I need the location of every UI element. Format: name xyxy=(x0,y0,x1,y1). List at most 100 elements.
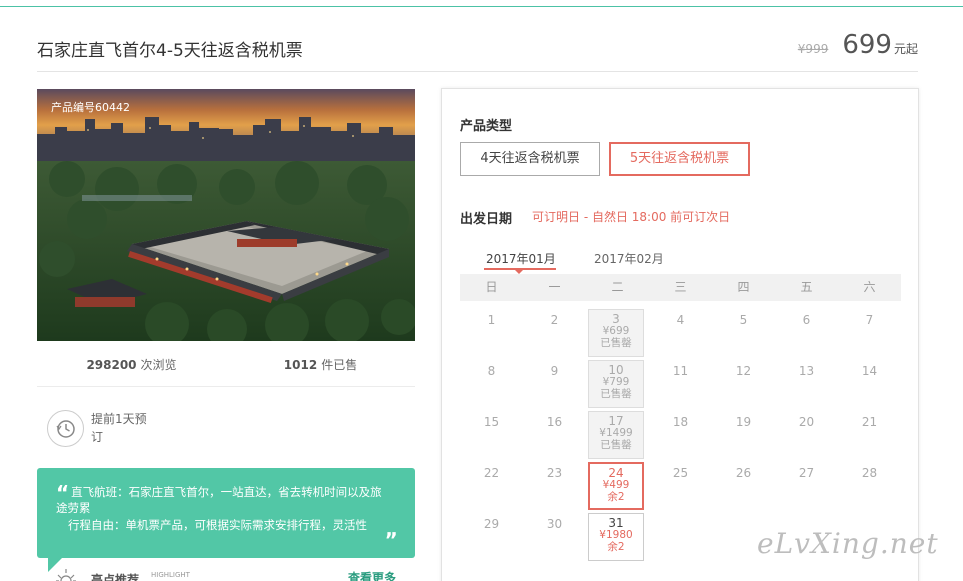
day-number: 28 xyxy=(861,466,878,480)
view-more-link[interactable]: 查看更多 xyxy=(348,569,396,581)
calendar-day: 1 xyxy=(460,307,523,358)
calendar-grid: 1 2 3 ¥699 已售罄 4 5 6 7 8 9 10 ¥799 已售罄 11 12 13 14 15 16 17 ¥… xyxy=(460,307,901,562)
calendar-day-priced: 3 ¥699 已售罄 xyxy=(586,307,649,358)
day-availability: 余2 xyxy=(607,490,625,503)
calendar-day-priced[interactable]: 24 ¥499 余2 xyxy=(586,460,649,511)
product-photo: 产品编号60442 xyxy=(37,89,415,341)
calendar-week-row: 22 23 24 ¥499 余2 25 26 27 28 xyxy=(460,460,901,511)
calendar-day-priced: 17 ¥1499 已售罄 xyxy=(586,409,649,460)
day-number: 13 xyxy=(798,364,815,378)
weekday-label: 三 xyxy=(674,280,687,294)
advance-booking-text: 提前1天预订 xyxy=(91,412,147,444)
calendar-day: 23 xyxy=(523,460,586,511)
calendar-day: 30 xyxy=(523,511,586,562)
day-number: 21 xyxy=(861,415,878,429)
day-number: 22 xyxy=(483,466,500,480)
stats-divider xyxy=(37,386,415,387)
original-price: ¥999 xyxy=(797,42,829,56)
sold-count: 1012 xyxy=(283,358,318,372)
day-availability: 已售罄 xyxy=(600,438,632,451)
day-number: 27 xyxy=(798,466,815,480)
day-availability: 余2 xyxy=(607,540,625,553)
calendar-day: 29 xyxy=(460,511,523,562)
current-price: 699 xyxy=(842,30,892,60)
weekday-label: 六 xyxy=(863,280,876,294)
day-price-box: 10 ¥799 已售罄 xyxy=(588,360,644,408)
day-number: 30 xyxy=(546,517,563,531)
calendar-day: 7 xyxy=(838,307,901,358)
top-strip xyxy=(0,0,963,7)
weekday-label: 二 xyxy=(611,280,624,294)
day-price-box[interactable]: 31 ¥1980 余2 xyxy=(588,513,644,561)
calendar-day: 26 xyxy=(712,460,775,511)
product-id-label: 产品编号60442 xyxy=(51,101,130,114)
price-suffix: 元起 xyxy=(893,42,918,56)
weekday-label: 四 xyxy=(737,280,750,294)
tab-month-feb[interactable]: 2017年02月 xyxy=(594,250,664,267)
weekday-label: 一 xyxy=(548,280,561,294)
calendar-week-row: 8 9 10 ¥799 已售罄 11 12 13 14 xyxy=(460,358,901,409)
weekday-label: 五 xyxy=(800,280,813,294)
day-number: 26 xyxy=(735,466,752,480)
highlight-title: 亮点推荐 xyxy=(91,573,140,581)
type-option-4-day[interactable]: 4天往返含税机票 xyxy=(460,142,600,176)
day-number: 9 xyxy=(550,364,559,378)
calendar-day: 5 xyxy=(712,307,775,358)
calendar-day: 4 xyxy=(649,307,712,358)
palace-city-image xyxy=(37,89,415,341)
current-price-group: 699 元起 xyxy=(842,30,918,60)
highlight-line-1-text: 直飞航班：石家庄直飞首尔，一站直达，省去转机时间以及旅途劳累 xyxy=(56,485,382,515)
calendar-day-priced[interactable]: 31 ¥1980 余2 xyxy=(586,511,649,562)
highlight-line-1: “直飞航班：石家庄直飞首尔，一站直达，省去转机时间以及旅途劳累 xyxy=(56,483,386,516)
day-number: 20 xyxy=(798,415,815,429)
day-availability: 已售罄 xyxy=(600,336,632,349)
day-number: 1 xyxy=(487,313,496,327)
departure-date-label: 出发日期 xyxy=(460,212,513,227)
calendar-day: 14 xyxy=(838,358,901,409)
day-number: 23 xyxy=(546,466,563,480)
day-price: ¥799 xyxy=(602,376,630,388)
calendar-week-row: 1 2 3 ¥699 已售罄 4 5 6 7 xyxy=(460,307,901,358)
page-title: 石家庄直飞首尔4-5天往返含税机票 xyxy=(37,41,303,61)
watermark: eLvXing.net xyxy=(757,527,939,560)
calendar-day: 13 xyxy=(775,358,838,409)
views-label: 次浏览 xyxy=(140,358,177,372)
calendar-day: 15 xyxy=(460,409,523,460)
weekday-label: 日 xyxy=(485,280,498,294)
calendar-day: 21 xyxy=(838,409,901,460)
type-option-5-day[interactable]: 5天往返含税机票 xyxy=(609,142,750,176)
calendar-day: 2 xyxy=(523,307,586,358)
tab-month-jan[interactable]: 2017年01月 xyxy=(486,250,556,267)
product-stats: 298200 次浏览 1012 件已售 xyxy=(37,356,415,373)
calendar-week-row: 15 16 17 ¥1499 已售罄 18 19 20 21 xyxy=(460,409,901,460)
day-number: 6 xyxy=(802,313,811,327)
day-number: 2 xyxy=(550,313,559,327)
weekday-header: 日一二三四五六 xyxy=(460,274,901,301)
day-price-box[interactable]: 24 ¥499 余2 xyxy=(588,462,644,510)
title-divider xyxy=(37,71,918,72)
day-number: 12 xyxy=(735,364,752,378)
sold-label: 件已售 xyxy=(321,358,358,372)
highlight-line-2: 行程自由：单机票产品，可根据实际需求安排行程，灵活性 xyxy=(68,518,367,532)
calendar-day: 28 xyxy=(838,460,901,511)
sold-stat: 1012 件已售 xyxy=(226,356,415,373)
day-number: 11 xyxy=(672,364,689,378)
day-number: 25 xyxy=(672,466,689,480)
highlights-banner: “直飞航班：石家庄直飞首尔，一站直达，省去转机时间以及旅途劳累 行程自由：单机票… xyxy=(37,468,415,558)
day-price: ¥699 xyxy=(602,325,630,337)
day-number: 7 xyxy=(865,313,874,327)
day-price-box: 3 ¥699 已售罄 xyxy=(588,309,644,357)
calendar-day: 18 xyxy=(649,409,712,460)
active-month-indicator xyxy=(484,268,556,274)
views-stat: 298200 次浏览 xyxy=(37,356,226,373)
day-number: 19 xyxy=(735,415,752,429)
calendar-day: 6 xyxy=(775,307,838,358)
booking-deadline-note: 可订明日 - 自然日 18:00 前可订次日 xyxy=(532,210,731,224)
day-number: 5 xyxy=(739,313,748,327)
day-number: 14 xyxy=(861,364,878,378)
highlight-section-header: 亮点推荐 HIGHLIGHT 查看更多 xyxy=(55,567,415,581)
calendar-day: 20 xyxy=(775,409,838,460)
day-number: 15 xyxy=(483,415,500,429)
calendar-day: 12 xyxy=(712,358,775,409)
calendar-day xyxy=(649,511,712,562)
